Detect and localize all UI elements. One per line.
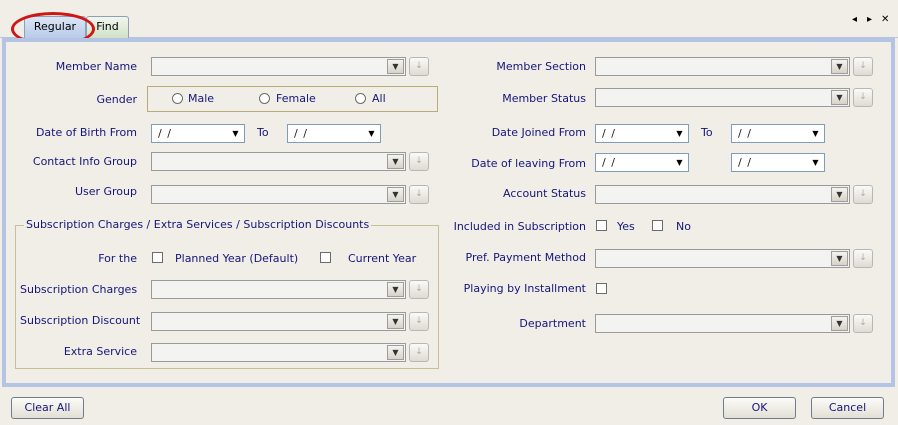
- gender-all-label: All: [372, 92, 386, 105]
- extra-service-label: Extra Service: [63, 345, 137, 358]
- dob-to-label: To: [257, 126, 269, 139]
- chevron-down-icon[interactable]: ▼: [831, 251, 848, 266]
- subscription-charges-combo[interactable]: ▼: [151, 280, 406, 299]
- date-joined-to-label: To: [701, 126, 713, 139]
- chevron-down-icon[interactable]: ▼: [387, 187, 404, 202]
- date-joined-from-date[interactable]: / / ▼: [595, 124, 689, 143]
- pref-payment-method-label: Pref. Payment Method: [465, 251, 586, 264]
- pref-payment-method-combo[interactable]: ▼: [595, 249, 850, 268]
- member-name-combo[interactable]: ▼: [151, 57, 406, 76]
- subscription-discount-combo[interactable]: ▼: [151, 312, 406, 331]
- department-label: Department: [519, 317, 586, 330]
- member-name-label: Member Name: [55, 60, 137, 73]
- member-section-combo[interactable]: ▼: [595, 57, 850, 76]
- ok-button[interactable]: OK: [723, 397, 796, 419]
- included-in-subscription-label: Included in Subscription: [453, 220, 586, 233]
- chevron-down-icon[interactable]: ▼: [387, 59, 404, 74]
- chevron-down-icon[interactable]: ▼: [672, 155, 687, 170]
- clear-icon[interactable]: ↓: [409, 343, 429, 362]
- gender-female-radio[interactable]: [259, 93, 270, 104]
- current-year-label: Current Year: [348, 252, 417, 265]
- chevron-down-icon[interactable]: ▼: [364, 126, 379, 141]
- contact-info-group-combo[interactable]: ▼: [151, 152, 406, 171]
- dob-to-date[interactable]: / / ▼: [287, 124, 381, 143]
- chevron-down-icon[interactable]: ▼: [672, 126, 687, 141]
- clear-icon[interactable]: ↓: [409, 152, 429, 171]
- clear-icon[interactable]: ↓: [409, 57, 429, 76]
- gender-female-label: Female: [276, 92, 316, 105]
- date-joined-to-date[interactable]: / / ▼: [731, 124, 825, 143]
- member-section-label: Member Section: [496, 60, 586, 73]
- included-no-checkbox[interactable]: [652, 220, 663, 231]
- chevron-down-icon[interactable]: ▼: [228, 126, 243, 141]
- chevron-down-icon[interactable]: ▼: [831, 316, 848, 331]
- account-status-label: Account Status: [503, 187, 586, 200]
- date-of-leaving-from-date[interactable]: / / ▼: [595, 153, 689, 172]
- planned-year-checkbox[interactable]: [152, 252, 163, 263]
- subscription-discount-label: Subscription Discount: [20, 314, 141, 327]
- gender-male-label: Male: [188, 92, 215, 105]
- current-year-checkbox[interactable]: [320, 252, 331, 263]
- department-combo[interactable]: ▼: [595, 314, 850, 333]
- user-group-combo[interactable]: ▼: [151, 185, 406, 204]
- clear-icon[interactable]: ↓: [409, 280, 429, 299]
- date-of-leaving-to-date[interactable]: / / ▼: [731, 153, 825, 172]
- tab-strip: Regular Find ◂ ▸ ✕: [0, 0, 898, 46]
- clear-icon[interactable]: ↓: [409, 312, 429, 331]
- clear-icon[interactable]: ↓: [853, 314, 873, 333]
- clear-icon[interactable]: ↓: [853, 88, 873, 107]
- subscription-group-title: Subscription Charges / Extra Services / …: [24, 218, 372, 231]
- chevron-down-icon[interactable]: ▼: [387, 314, 404, 329]
- playing-by-installment-checkbox[interactable]: [596, 283, 607, 294]
- included-no-label: No: [676, 220, 691, 233]
- user-group-label: User Group: [74, 185, 137, 198]
- chevron-down-icon[interactable]: ▼: [808, 155, 823, 170]
- tab-prev-icon[interactable]: ◂: [852, 14, 857, 25]
- member-status-combo[interactable]: ▼: [595, 88, 850, 107]
- included-yes-checkbox[interactable]: [596, 220, 607, 231]
- gender-label: Gender: [96, 93, 137, 106]
- close-icon[interactable]: ✕: [881, 14, 889, 25]
- chevron-down-icon[interactable]: ▼: [387, 154, 404, 169]
- playing-by-installment-label: Playing by Installment: [463, 282, 586, 295]
- chevron-down-icon[interactable]: ▼: [831, 187, 848, 202]
- member-status-label: Member Status: [502, 92, 586, 105]
- planned-year-label: Planned Year (Default): [175, 252, 299, 265]
- clear-icon[interactable]: ↓: [853, 249, 873, 268]
- extra-service-combo[interactable]: ▼: [151, 343, 406, 362]
- included-yes-label: Yes: [617, 220, 635, 233]
- chevron-down-icon[interactable]: ▼: [387, 282, 404, 297]
- clear-all-button[interactable]: Clear All: [11, 397, 84, 419]
- contact-info-group-label: Contact Info Group: [32, 155, 137, 168]
- tab-next-icon[interactable]: ▸: [867, 14, 872, 25]
- chevron-down-icon[interactable]: ▼: [831, 59, 848, 74]
- gender-all-radio[interactable]: [355, 93, 366, 104]
- chevron-down-icon[interactable]: ▼: [831, 90, 848, 105]
- clear-icon[interactable]: ↓: [409, 185, 429, 204]
- gender-male-radio[interactable]: [172, 93, 183, 104]
- date-of-leaving-from-label: Date of leaving From: [471, 157, 586, 170]
- dob-from-label: Date of Birth From: [35, 126, 137, 139]
- clear-icon[interactable]: ↓: [853, 57, 873, 76]
- cancel-button[interactable]: Cancel: [811, 397, 884, 419]
- clear-icon[interactable]: ↓: [853, 185, 873, 204]
- account-status-combo[interactable]: ▼: [595, 185, 850, 204]
- dob-from-date[interactable]: / / ▼: [151, 124, 245, 143]
- date-joined-from-label: Date Joined From: [491, 126, 586, 139]
- chevron-down-icon[interactable]: ▼: [387, 345, 404, 360]
- for-the-label: For the: [98, 252, 137, 265]
- chevron-down-icon[interactable]: ▼: [808, 126, 823, 141]
- subscription-charges-label: Subscription Charges: [20, 283, 138, 296]
